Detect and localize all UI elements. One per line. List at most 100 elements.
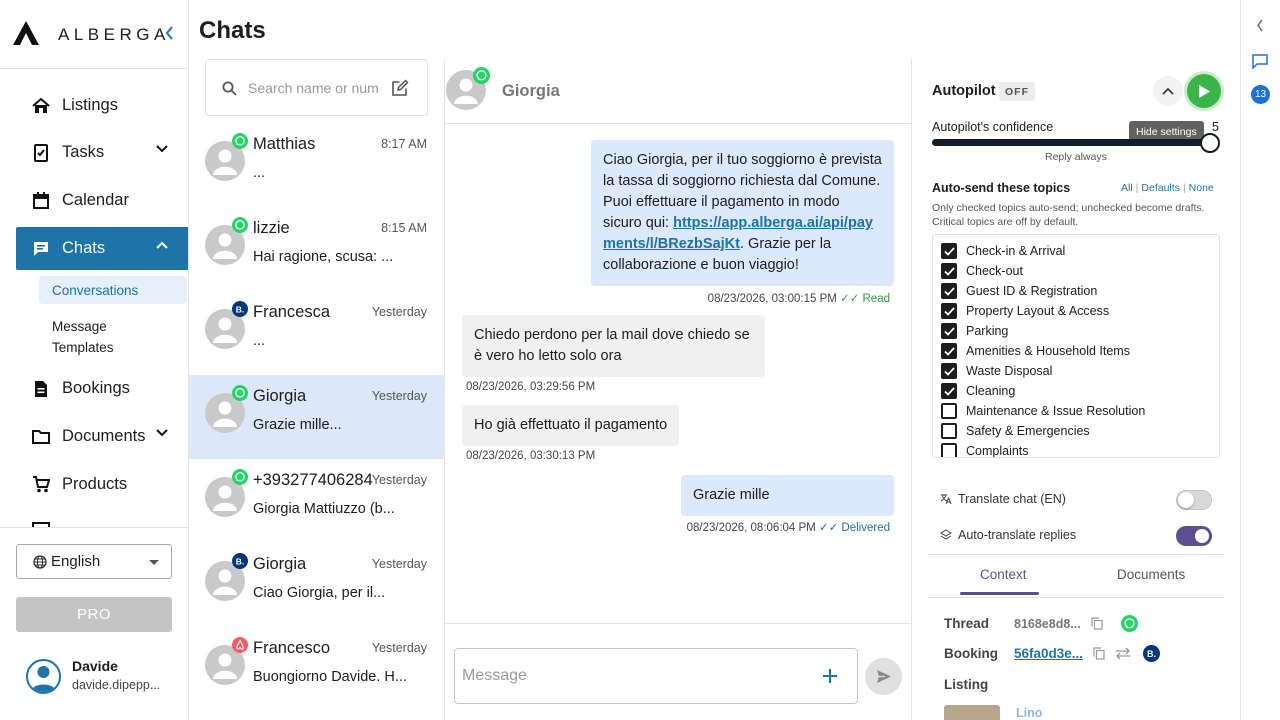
nav-item-calendar[interactable]: Calendar [16, 179, 188, 222]
topic-label: Waste Disposal [966, 364, 1053, 378]
user-avatar[interactable] [26, 659, 61, 694]
message-input[interactable]: Message [454, 648, 858, 704]
checkbox-checked-icon[interactable] [941, 323, 957, 339]
alberga-logo-icon[interactable] [12, 20, 40, 46]
conversation-item[interactable]: B. Francesca Yesterday... [189, 291, 444, 375]
booking-com-icon: B. [1143, 645, 1160, 662]
svg-text:B.: B. [236, 305, 245, 315]
switch-booking-icon[interactable] [1115, 647, 1131, 660]
translate-chat-toggle[interactable] [1176, 490, 1212, 510]
nav-label: Documents [62, 427, 146, 445]
confidence-slider-track[interactable] [932, 139, 1209, 146]
nav-item-listings[interactable]: Listings [16, 84, 188, 127]
add-attachment-icon[interactable] [822, 668, 838, 684]
topic-checkbox-row[interactable]: Waste Disposal [941, 361, 1052, 381]
topic-checkbox-row[interactable]: Safety & Emergencies [941, 421, 1090, 441]
topic-checkbox-row[interactable]: Amenities & Household Items [941, 341, 1130, 361]
search-input[interactable]: Search name or number [205, 59, 428, 116]
conversation-item[interactable]: B. Giorgia Yesterday Ciao Giorgia, per il..… [189, 543, 444, 627]
nav-item-bookings[interactable]: Bookings [16, 367, 188, 410]
topic-label: Check-in & Arrival [966, 244, 1066, 258]
conversation-time: Yesterday [371, 557, 427, 571]
compose-icon[interactable] [391, 79, 409, 97]
translate-icon [940, 493, 952, 505]
nav-subitem-message-templates[interactable]: Message Templates [39, 316, 149, 358]
nav-label: Tasks [62, 143, 105, 161]
language-select[interactable]: English [16, 544, 172, 579]
topic-checkbox-row[interactable]: Guest ID & Registration [941, 281, 1097, 301]
topic-checkbox-row[interactable]: Check-out [941, 261, 1023, 281]
copy-icon[interactable] [1093, 647, 1105, 660]
topic-checkbox-row[interactable]: Check-in & Arrival [941, 241, 1065, 261]
sidebar: ALBERGA Listings Tasks Calendar Chats Co… [0, 0, 189, 720]
message-bubble-outgoing: Grazie mille [681, 475, 894, 516]
checkbox-unchecked-icon[interactable] [941, 403, 957, 419]
topics-all-link[interactable]: All [1121, 182, 1133, 194]
conversation-preview: Hai ragione, scusa: ... [253, 249, 394, 265]
topic-checkbox-row[interactable]: Complaints [941, 441, 1029, 458]
autopilot-start-button[interactable] [1187, 74, 1221, 108]
conversation-name: Giorgia [253, 555, 307, 573]
pro-button[interactable]: PRO [16, 597, 172, 632]
nav-label: Calendar [62, 191, 129, 209]
conversation-item[interactable]: +393277406284 Yesterday Giorgia Mattiuzzo … [189, 459, 444, 543]
nav-item-documents[interactable]: Documents [16, 415, 188, 458]
collapse-sidebar-icon[interactable] [164, 25, 174, 41]
confidence-slider-thumb[interactable] [1200, 133, 1220, 153]
checkbox-unchecked-icon[interactable] [941, 423, 957, 439]
calendar-icon [32, 192, 50, 210]
conversation-item[interactable]: lizzie 8:15 AM Hai ragione, scusa: ... [189, 207, 444, 291]
nav-item-products[interactable]: Products [16, 463, 188, 506]
listing-thumbnail[interactable] [944, 705, 1000, 720]
conversation-item[interactable]: Matthias 8:17 AM... [189, 123, 444, 207]
chat-panel-icon[interactable] [1252, 54, 1268, 69]
tab-documents[interactable]: Documents [1117, 567, 1185, 582]
copy-icon[interactable] [1091, 617, 1103, 630]
listing-name[interactable]: Lino [1016, 706, 1042, 720]
collapse-right-icon[interactable] [1256, 19, 1264, 32]
send-button[interactable] [865, 658, 902, 695]
checkbox-checked-icon[interactable] [941, 283, 957, 299]
nav-label: Bookings [62, 379, 130, 397]
nav-item-chats[interactable]: Chats [16, 227, 188, 270]
topic-label: Parking [966, 324, 1009, 338]
checkbox-checked-icon[interactable] [941, 303, 957, 319]
autopilot-title: Autopilot [932, 83, 996, 99]
conversation-item[interactable]: Francesco Yesterday Buongiorno Davide. H..… [189, 627, 444, 711]
whatsapp-icon [232, 469, 248, 485]
nav-item-tasks[interactable]: Tasks [16, 131, 188, 174]
notification-count-badge[interactable]: 13 [1251, 85, 1270, 104]
auto-translate-toggle[interactable] [1176, 526, 1212, 546]
divider [445, 623, 911, 624]
conversation-name: Francesco [253, 639, 331, 657]
topic-checkbox-row[interactable]: Property Layout & Access [941, 301, 1109, 321]
auto-translate-row: Auto-translate replies [940, 525, 1076, 545]
chevron-down-icon [156, 145, 168, 153]
booking-com-icon: B. [232, 553, 248, 569]
conversation-preview: ... [253, 165, 266, 181]
divider [445, 123, 911, 124]
checkbox-checked-icon[interactable] [941, 243, 957, 259]
collapse-settings-button[interactable] [1153, 76, 1183, 106]
booking-link[interactable]: 56fa0d3e... [1014, 646, 1083, 661]
message-bubble-incoming: Ho già effettuato il pagamento [462, 405, 680, 446]
topic-checkbox-row[interactable]: Maintenance & Issue Resolution [941, 401, 1145, 421]
checkbox-checked-icon[interactable] [941, 383, 957, 399]
checkbox-unchecked-icon[interactable] [941, 443, 957, 457]
checkbox-checked-icon[interactable] [941, 343, 957, 359]
task-icon [32, 143, 50, 162]
checkbox-checked-icon[interactable] [941, 263, 957, 279]
whatsapp-icon [232, 217, 248, 233]
conversation-item[interactable]: Giorgia Yesterday Grazie mille... [189, 375, 444, 459]
tab-context[interactable]: Context [980, 567, 1027, 582]
topic-label: Complaints [966, 444, 1029, 458]
topic-checkbox-row[interactable]: Parking [941, 321, 1008, 341]
topic-checkbox-row[interactable]: Cleaning [941, 381, 1015, 401]
language-value: English [51, 553, 101, 570]
nav-subitem-conversations[interactable]: Conversations [39, 276, 187, 304]
topics-none-link[interactable]: None [1189, 182, 1214, 194]
nav-label: Listings [62, 96, 118, 114]
checkbox-checked-icon[interactable] [941, 363, 957, 379]
conversation-name: +393277406284 [253, 471, 373, 489]
topics-defaults-link[interactable]: Defaults [1141, 182, 1180, 194]
